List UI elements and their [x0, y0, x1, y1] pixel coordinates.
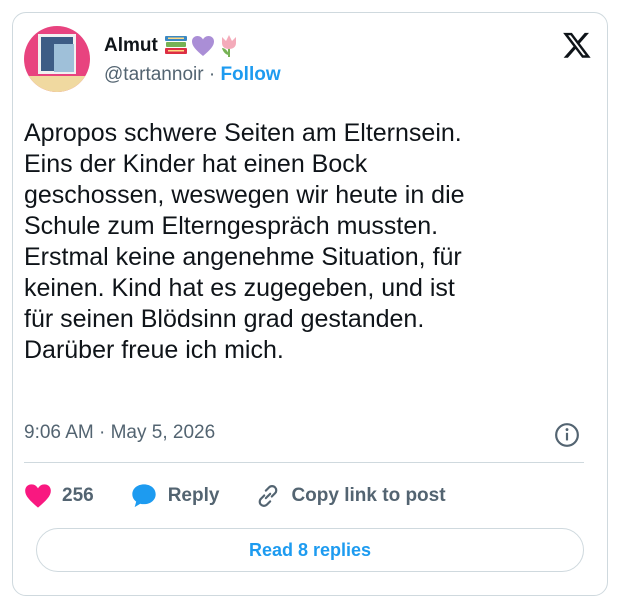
tweet-text-line: Schule zum Elterngespräch mussten.	[24, 212, 439, 240]
like-button[interactable]: 256	[24, 483, 94, 509]
tweet-timestamp[interactable]: 9:06 AM · May 5, 2026	[24, 422, 215, 444]
tweet-text: Apropos schwere Seiten am Elternsein. Ei…	[24, 118, 584, 366]
books-icon	[164, 36, 187, 54]
divider	[24, 462, 584, 463]
purple-heart-icon	[191, 36, 214, 56]
read-replies-button[interactable]: Read 8 replies	[36, 528, 584, 572]
author-name-row: Almut	[104, 34, 240, 58]
link-icon	[259, 485, 278, 507]
speech-bubble-icon	[132, 484, 156, 508]
copy-link-button[interactable]: Copy link to post	[255, 483, 446, 509]
tweet-text-line: Darüber freue ich mich.	[24, 336, 284, 364]
avatar-floor-shape	[24, 76, 90, 92]
action-bar: 256 Reply Copy link to post	[24, 480, 482, 512]
like-count: 256	[62, 485, 94, 506]
reply-button[interactable]: Reply	[130, 482, 220, 510]
avatar[interactable]	[24, 26, 90, 92]
copy-link-label: Copy link to post	[291, 485, 446, 506]
avatar-window-light	[54, 44, 74, 72]
tweet-text-line: keinen. Kind hat es zugegeben, und ist	[24, 274, 455, 302]
tweet-text-line: geschossen, weswegen wir heute in die	[24, 181, 465, 209]
name-emojis	[164, 34, 240, 58]
author-handle[interactable]: @tartannoir	[104, 64, 204, 85]
info-icon[interactable]	[554, 422, 580, 448]
x-logo-icon[interactable]	[562, 30, 592, 60]
tulip-icon	[221, 35, 236, 57]
reply-label: Reply	[167, 485, 220, 506]
heart-icon	[25, 484, 51, 508]
handle-separator: ·	[208, 64, 216, 85]
tweet-text-line: Erstmal keine angenehme Situation, für	[24, 243, 462, 271]
tweet-text-line: für seinen Blödsinn grad gestanden.	[24, 305, 425, 333]
handle-row: @tartannoir · Follow	[104, 64, 281, 86]
tweet-text-line: Apropos schwere Seiten am Elternsein.	[24, 119, 462, 147]
author-name[interactable]: Almut	[104, 35, 158, 57]
follow-button[interactable]: Follow	[220, 64, 280, 85]
tweet-text-line: Eins der Kinder hat einen Bock	[24, 150, 368, 178]
